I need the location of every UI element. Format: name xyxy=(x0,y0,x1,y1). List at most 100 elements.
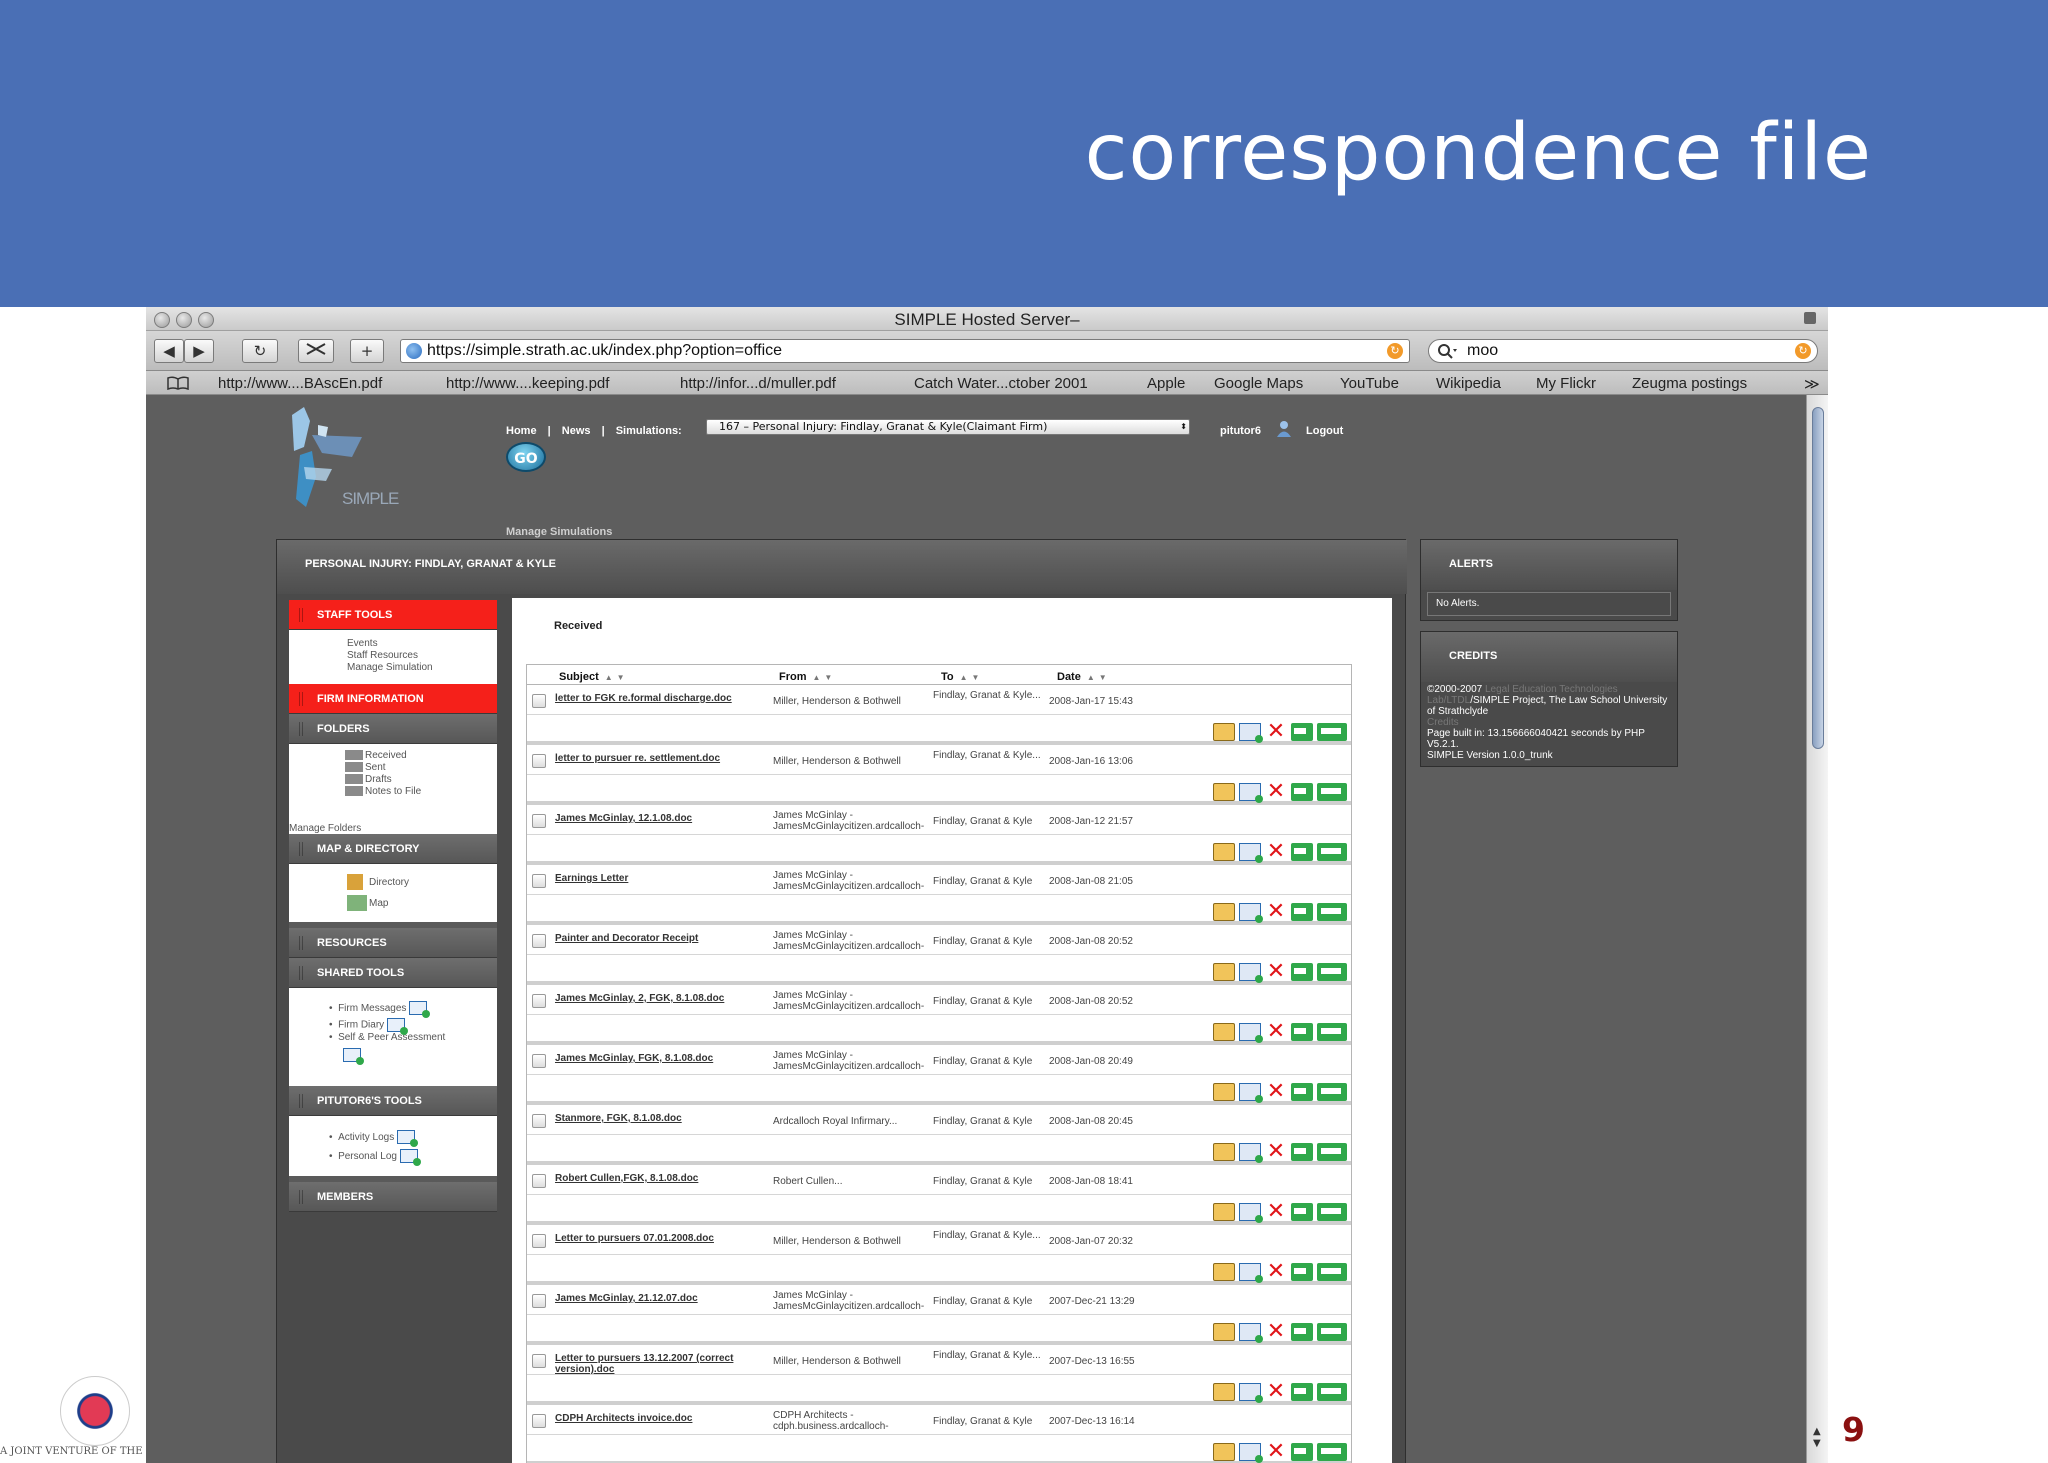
folder-received[interactable]: Received xyxy=(345,750,497,762)
delete-icon[interactable]: ✕ xyxy=(1265,1200,1287,1222)
book-icon[interactable] xyxy=(166,376,190,390)
bookmark-item[interactable]: http://www....BAscEn.pdf xyxy=(218,375,382,392)
folder-notes-to-file[interactable]: Notes to File xyxy=(345,786,497,798)
sidebar-item-members[interactable]: MEMBERS xyxy=(289,1182,497,1212)
bookmark-item[interactable]: Google Maps xyxy=(1214,375,1303,392)
folder-sent[interactable]: Sent xyxy=(345,762,497,774)
directory-link[interactable]: Directory xyxy=(347,872,497,894)
copy-icon[interactable] xyxy=(1317,1142,1347,1161)
row-subject-link[interactable]: CDPH Architects invoice.doc xyxy=(555,1413,755,1424)
credits-link[interactable]: Credits xyxy=(1427,717,1459,728)
bookmark-item[interactable]: Apple xyxy=(1147,375,1185,392)
manage-folders-link[interactable]: Manage Folders xyxy=(289,823,361,834)
forward-button[interactable]: ▶ xyxy=(184,339,214,363)
delete-icon[interactable]: ✕ xyxy=(1265,840,1287,862)
move-icon[interactable] xyxy=(1291,722,1313,741)
delete-icon[interactable]: ✕ xyxy=(1265,1440,1287,1462)
row-subject-link[interactable]: James McGinlay, FGK, 8.1.08.doc xyxy=(555,1053,755,1064)
move-icon[interactable] xyxy=(1291,1202,1313,1221)
self-peer-assessment-link[interactable]: • Self & Peer Assessment xyxy=(329,1032,497,1044)
logout-link[interactable]: Logout xyxy=(1306,425,1343,437)
nav-home-link[interactable]: Home xyxy=(506,425,537,437)
view-icon[interactable] xyxy=(1213,1262,1235,1281)
row-subject-link[interactable]: James McGinlay, 12.1.08.doc xyxy=(555,813,755,824)
sidebar-link-manage-simulation[interactable]: Manage Simulation xyxy=(347,662,497,674)
delete-icon[interactable]: ✕ xyxy=(1265,780,1287,802)
forward-icon[interactable] xyxy=(1239,1262,1263,1283)
delete-icon[interactable]: ✕ xyxy=(1265,1140,1287,1162)
search-clear-icon[interactable]: ↻ xyxy=(1795,343,1811,359)
delete-icon[interactable]: ✕ xyxy=(1265,960,1287,982)
sidebar-item-resources[interactable]: RESOURCES xyxy=(289,928,497,958)
row-checkbox[interactable] xyxy=(532,814,546,828)
copy-icon[interactable] xyxy=(1317,1382,1347,1401)
row-subject-link[interactable]: Earnings Letter xyxy=(555,873,755,884)
view-icon[interactable] xyxy=(1213,1382,1235,1401)
view-icon[interactable] xyxy=(1213,1142,1235,1161)
bookmark-item[interactable]: Zeugma postings xyxy=(1632,375,1747,392)
move-icon[interactable] xyxy=(1291,1082,1313,1101)
delete-icon[interactable]: ✕ xyxy=(1265,1320,1287,1342)
row-checkbox[interactable] xyxy=(532,694,546,708)
forward-icon[interactable] xyxy=(1239,1202,1263,1223)
row-checkbox[interactable] xyxy=(532,1294,546,1308)
view-icon[interactable] xyxy=(1213,722,1235,741)
sidebar-item-staff-tools[interactable]: STAFF TOOLS xyxy=(289,600,497,630)
view-icon[interactable] xyxy=(1213,1202,1235,1221)
bookmark-item[interactable]: Catch Water...ctober 2001 xyxy=(914,375,1088,392)
row-subject-link[interactable]: letter to pursuer re. settlement.doc xyxy=(555,753,755,764)
move-icon[interactable] xyxy=(1291,1442,1313,1461)
copy-icon[interactable] xyxy=(1317,842,1347,861)
move-icon[interactable] xyxy=(1291,962,1313,981)
view-icon[interactable] xyxy=(1213,1442,1235,1461)
copy-icon[interactable] xyxy=(1317,962,1347,981)
scroll-up-icon[interactable]: ▲ xyxy=(1813,1426,1821,1437)
copy-icon[interactable] xyxy=(1317,722,1347,741)
url-bar[interactable]: https://simple.strath.ac.uk/index.php?op… xyxy=(400,339,1410,363)
manage-simulations-link[interactable]: Manage Simulations xyxy=(506,526,612,538)
bookmark-item[interactable]: YouTube xyxy=(1340,375,1399,392)
move-icon[interactable] xyxy=(1291,1382,1313,1401)
view-icon[interactable] xyxy=(1213,902,1235,921)
row-subject-link[interactable]: James McGinlay, 2, FGK, 8.1.08.doc xyxy=(555,993,755,1004)
back-button[interactable]: ◀ xyxy=(154,339,184,363)
reload-button[interactable]: ↻ xyxy=(242,339,278,363)
view-icon[interactable] xyxy=(1213,1022,1235,1041)
bookmarks-more-button[interactable]: ≫ xyxy=(1804,375,1820,393)
sidebar-item-folders[interactable]: FOLDERS xyxy=(289,714,497,744)
sidebar-item-shared-tools[interactable]: SHARED TOOLS xyxy=(289,958,497,988)
delete-icon[interactable]: ✕ xyxy=(1265,900,1287,922)
move-icon[interactable] xyxy=(1291,1142,1313,1161)
move-icon[interactable] xyxy=(1291,842,1313,861)
forward-icon[interactable] xyxy=(1239,962,1263,983)
column-header-subject[interactable]: Subject ▲▼ xyxy=(559,671,629,683)
row-subject-link[interactable]: Letter to pursuers 13.12.2007 (correct v… xyxy=(555,1353,755,1375)
copy-icon[interactable] xyxy=(1317,902,1347,921)
delete-icon[interactable]: ✕ xyxy=(1265,1080,1287,1102)
activity-logs-link[interactable]: • Activity Logs xyxy=(329,1128,497,1148)
move-icon[interactable] xyxy=(1291,902,1313,921)
row-checkbox[interactable] xyxy=(532,1234,546,1248)
assessment-icon[interactable] xyxy=(343,1048,364,1065)
row-checkbox[interactable] xyxy=(532,874,546,888)
copy-icon[interactable] xyxy=(1317,1442,1347,1461)
move-icon[interactable] xyxy=(1291,782,1313,801)
simulation-select[interactable]: 167 – Personal Injury: Findlay, Granat &… xyxy=(706,419,1190,435)
personal-log-link[interactable]: • Personal Log xyxy=(329,1148,497,1167)
forward-icon[interactable] xyxy=(1239,1382,1263,1403)
scrollbar-thumb[interactable] xyxy=(1812,407,1824,749)
firm-diary-link[interactable]: • Firm Diary xyxy=(329,1018,497,1035)
view-icon[interactable] xyxy=(1213,1082,1235,1101)
snapback-button[interactable] xyxy=(298,339,334,363)
delete-icon[interactable]: ✕ xyxy=(1265,1260,1287,1282)
sidebar-item-map-directory[interactable]: MAP & DIRECTORY xyxy=(289,834,497,864)
row-subject-link[interactable]: Painter and Decorator Receipt xyxy=(555,933,755,944)
row-checkbox[interactable] xyxy=(532,1354,546,1368)
bookmark-item[interactable]: My Flickr xyxy=(1536,375,1596,392)
view-icon[interactable] xyxy=(1213,962,1235,981)
row-subject-link[interactable]: Stanmore, FGK, 8.1.08.doc xyxy=(555,1113,755,1124)
move-icon[interactable] xyxy=(1291,1262,1313,1281)
copy-icon[interactable] xyxy=(1317,1082,1347,1101)
copy-icon[interactable] xyxy=(1317,1202,1347,1221)
forward-icon[interactable] xyxy=(1239,722,1263,743)
